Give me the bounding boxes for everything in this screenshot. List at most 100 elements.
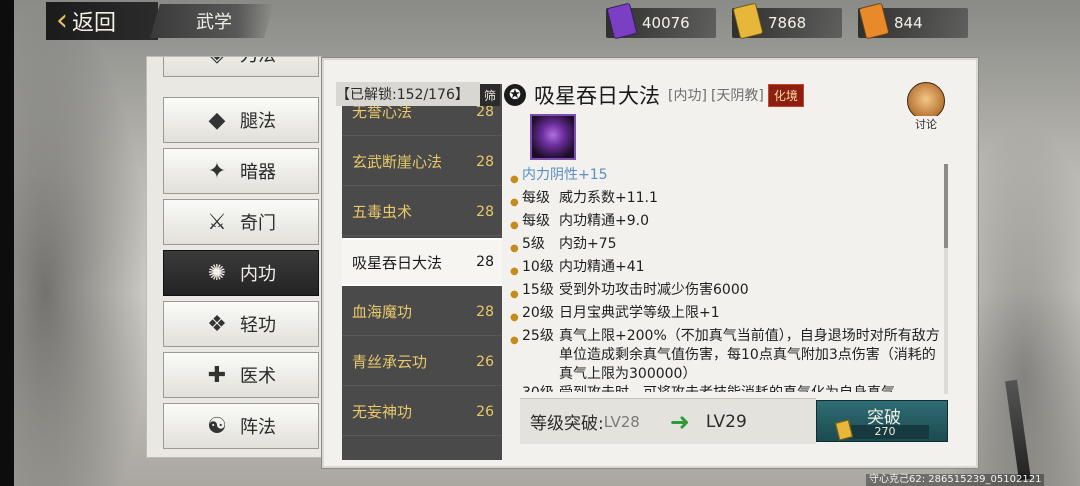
bullet-icon: ● <box>510 335 519 346</box>
kick-icon: ◆ <box>208 107 226 133</box>
effect-item: ● 20级 日月宝典武学等级上限+1 <box>510 304 940 327</box>
skill-list-item[interactable]: 无妄神功 26 <box>342 388 502 436</box>
bullet-icon: ● <box>510 312 519 323</box>
breakthrough-from-level: LV28 <box>603 412 640 431</box>
martial-art-icon: ✪ <box>504 84 526 106</box>
skill-list-item[interactable]: 血海魔功 28 <box>342 288 502 336</box>
category-sidebar: ◈ 刀法 ◆ 腿法 ✦ 暗器 ⚔ 奇门 ✺ 内功 ❖ 轻功 ✚ 医术 ☯ 阵法 <box>146 56 322 458</box>
effects-scrollbar[interactable] <box>944 164 948 394</box>
effect-text: 受到攻击时，可将攻击者技能消耗的真气化为自身真气 <box>559 384 940 392</box>
realm-badge: 化境 <box>767 83 804 107</box>
bullet-icon: ● <box>510 289 519 300</box>
bullet-icon: ● <box>510 220 519 231</box>
skill-list: 无誉心法 28 玄武断崖心法 28 五毒虫术 28 吸星吞日大法 28 血海魔功… <box>342 84 502 460</box>
player-id: 守心克己62: 286515239_05102121 <box>866 474 1045 486</box>
skill-level: 28 <box>476 254 494 270</box>
effect-level: 20级 <box>522 305 554 321</box>
skill-art-icon <box>530 114 576 160</box>
effect-item: ● 每级 内功精通+9.0 <box>510 212 940 235</box>
effect-level: 30级 <box>522 384 559 392</box>
effect-item: ● 10级 内功精通+41 <box>510 258 940 281</box>
page-title: 武学 <box>150 4 274 38</box>
formation-icon: ☯ <box>207 413 227 439</box>
back-button[interactable]: ‹ 返回 <box>46 2 158 40</box>
resource-gold[interactable]: 7868 <box>732 2 842 40</box>
blade-icon: ◈ <box>202 57 232 69</box>
bullet-icon: ● <box>510 174 519 185</box>
effect-item: ● 5级 内劲+75 <box>510 235 940 258</box>
filter-button[interactable]: 筛 <box>480 84 500 106</box>
effect-level: 5级 <box>522 236 545 252</box>
skill-name: 血海魔功 <box>352 303 413 321</box>
category-label: 阵法 <box>240 417 276 438</box>
skill-title-row: ✪ 吸星吞日大法 [内功] [天阴教] 化境 <box>504 80 804 110</box>
skill-name: 无妄神功 <box>352 403 413 421</box>
effect-level: 15级 <box>522 282 554 298</box>
purple-token-icon <box>606 2 638 40</box>
unlock-count: 【已解锁:152/176】 <box>336 82 480 106</box>
effects-list[interactable]: ● 内力阴性+15 ● 每级 威力系数+11.1 ● 每级 内功精通+9.0 ●… <box>510 166 940 392</box>
gold-token-icon <box>732 2 764 40</box>
resource-purple[interactable]: 40076 <box>606 2 716 40</box>
category-formation[interactable]: ☯ 阵法 <box>163 403 319 449</box>
category-blade[interactable]: ◈ 刀法 <box>163 57 319 77</box>
skill-level: 26 <box>476 403 494 420</box>
top-bar: ‹ 返回 武学 40076 7868 844 <box>0 0 1080 44</box>
effect-level: 每级 <box>522 190 550 206</box>
effect-text: 威力系数+11.1 <box>559 190 658 206</box>
effect-text: 受到外功攻击时减少伤害6000 <box>559 282 749 298</box>
category-lightness[interactable]: ❖ 轻功 <box>163 301 319 347</box>
effect-level: 25级 <box>522 328 554 344</box>
resource-value: 7868 <box>768 14 807 32</box>
skill-list-item[interactable]: 玄武断崖心法 28 <box>342 138 502 186</box>
skill-list-item[interactable]: 五毒虫术 28 <box>342 188 502 236</box>
bullet-icon: ● <box>510 197 519 208</box>
effect-text: 内功精通+41 <box>559 259 645 275</box>
category-label: 暗器 <box>240 162 276 183</box>
cat-avatar-icon <box>907 82 945 120</box>
inner-power-icon: ✺ <box>207 260 227 286</box>
skill-type-tag: [内功] <box>668 88 707 104</box>
category-label: 奇门 <box>240 213 276 234</box>
resource-orange[interactable]: 844 <box>858 2 968 40</box>
skill-sect-tag: [天阴教] <box>710 88 764 104</box>
category-hidden-weapon[interactable]: ✦ 暗器 <box>163 148 319 194</box>
orange-token-icon <box>858 2 890 40</box>
skill-title: 吸星吞日大法 <box>534 84 660 108</box>
category-label: 轻功 <box>240 315 276 336</box>
lightness-icon: ❖ <box>207 311 227 337</box>
weapon-icon: ⚔ <box>207 209 227 235</box>
skill-level: 26 <box>476 353 494 370</box>
arrow-right-icon: ➜ <box>669 407 690 436</box>
shuriken-icon: ✦ <box>207 158 227 184</box>
discuss-button[interactable]: 讨论 <box>903 82 949 132</box>
category-exotic[interactable]: ⚔ 奇门 <box>163 199 319 245</box>
category-kick[interactable]: ◆ 腿法 <box>163 97 319 143</box>
category-medicine[interactable]: ✚ 医术 <box>163 352 319 398</box>
effect-text: 内功精通+9.0 <box>559 213 649 229</box>
breakthrough-button[interactable]: 突破 270 <box>816 400 948 442</box>
resource-value: 40076 <box>642 14 690 32</box>
scrollbar-thumb[interactable] <box>944 164 948 248</box>
skill-list-item-selected[interactable]: 吸星吞日大法 28 <box>342 238 502 286</box>
category-label: 刀法 <box>240 57 276 67</box>
skill-name: 玄武断崖心法 <box>352 153 443 171</box>
skill-name: 五毒虫术 <box>352 203 413 221</box>
effect-item: ● 每级 威力系数+11.1 <box>510 189 940 212</box>
breakthrough-cost: 270 <box>841 425 929 439</box>
bullet-icon: ● <box>510 243 519 254</box>
category-label: 内功 <box>240 264 276 285</box>
skill-level: 28 <box>476 303 494 320</box>
effect-text: 内力阴性+15 <box>522 167 608 183</box>
category-label: 腿法 <box>240 111 276 132</box>
skill-list-item[interactable]: 青丝承云功 26 <box>342 338 502 386</box>
discuss-label: 讨论 <box>913 116 939 132</box>
category-inner-power[interactable]: ✺ 内功 <box>163 250 319 296</box>
ink-background-left <box>0 0 150 486</box>
bullet-icon: ● <box>510 266 519 277</box>
effect-item: ● 内力阴性+15 <box>510 166 940 189</box>
skill-name: 吸星吞日大法 <box>352 253 443 272</box>
skill-level: 28 <box>476 203 494 220</box>
resource-value: 844 <box>894 14 923 32</box>
back-label: 返回 <box>72 11 117 36</box>
